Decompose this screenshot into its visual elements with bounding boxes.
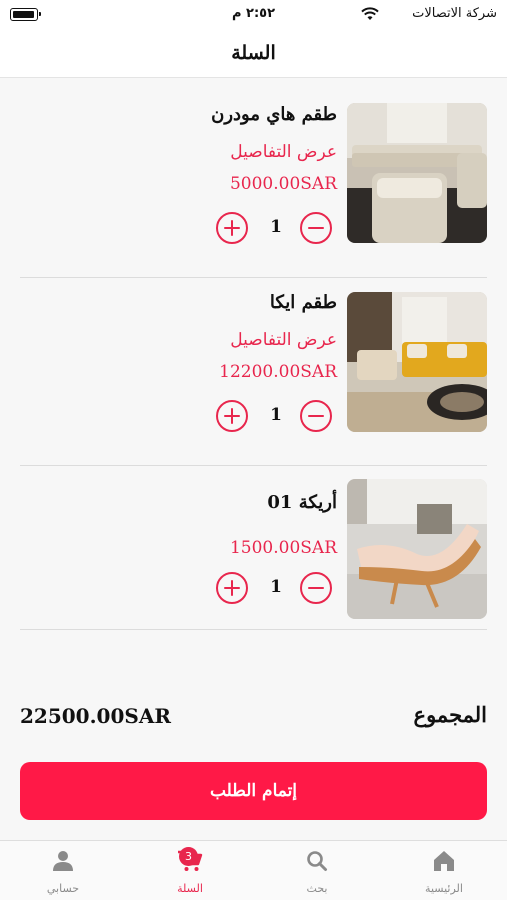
- search-icon: [307, 851, 327, 871]
- cart-list: طقم هاي مودرن عرض التفاصيل 5000.00SAR 1 …: [20, 90, 487, 630]
- product-image[interactable]: [347, 479, 487, 619]
- total-amount: 22500.00SAR: [20, 704, 171, 728]
- user-icon: [53, 851, 73, 871]
- battery-icon: [10, 8, 41, 21]
- quantity-value: 1: [270, 577, 282, 597]
- view-details-link[interactable]: عرض التفاصيل: [230, 142, 337, 162]
- tab-home[interactable]: الرئيسية: [381, 841, 507, 900]
- status-time: ٢:٥٢ م: [231, 6, 276, 21]
- product-price: 5000.00SAR: [229, 174, 337, 194]
- tab-cart[interactable]: 3 السلة: [127, 841, 253, 900]
- view-details-link[interactable]: عرض التفاصيل: [230, 330, 337, 350]
- product-name: طقم هاي مودرن: [211, 104, 337, 125]
- increase-quantity-button[interactable]: [216, 212, 248, 244]
- page-title: السلة: [231, 41, 276, 64]
- tab-bar: الرئيسية بحث 3 السلة حسابي: [0, 840, 507, 900]
- increase-quantity-button[interactable]: [216, 572, 248, 604]
- cart-item: طقم ايكا عرض التفاصيل 12200.00SAR 1: [20, 278, 487, 466]
- decrease-quantity-button[interactable]: [300, 212, 332, 244]
- cart-item: أريكة 01 1500.00SAR 1: [20, 466, 487, 630]
- product-price: 1500.00SAR: [229, 538, 337, 558]
- cart-item: طقم هاي مودرن عرض التفاصيل 5000.00SAR 1: [20, 90, 487, 278]
- decrease-quantity-button[interactable]: [300, 400, 332, 432]
- nav-header: السلة: [0, 28, 507, 78]
- home-icon: [434, 851, 454, 871]
- tab-cart-label: السلة: [177, 882, 203, 895]
- quantity-value: 1: [270, 217, 282, 237]
- tab-search[interactable]: بحث: [254, 841, 380, 900]
- product-price: 12200.00SAR: [219, 362, 337, 382]
- product-name: طقم ايكا: [269, 292, 337, 313]
- tab-search-label: بحث: [306, 882, 328, 895]
- tab-home-label: الرئيسية: [425, 882, 463, 895]
- cart-count-badge: 3: [179, 847, 198, 866]
- product-image[interactable]: [347, 292, 487, 432]
- total-row: 22500.00SAR المجموع: [20, 700, 487, 736]
- status-bar: شركة الاتصالات ٢:٥٢ م: [0, 0, 507, 28]
- quantity-value: 1: [270, 405, 282, 425]
- decrease-quantity-button[interactable]: [300, 572, 332, 604]
- wifi-icon: [361, 7, 379, 20]
- total-label: المجموع: [413, 702, 487, 727]
- increase-quantity-button[interactable]: [216, 400, 248, 432]
- tab-account[interactable]: حسابي: [0, 841, 126, 900]
- product-image[interactable]: [347, 103, 487, 243]
- carrier-label: شركة الاتصالات: [412, 6, 497, 21]
- product-name: أريكة 01: [267, 492, 337, 513]
- checkout-button[interactable]: إتمام الطلب: [20, 762, 487, 820]
- tab-account-label: حسابي: [46, 882, 80, 895]
